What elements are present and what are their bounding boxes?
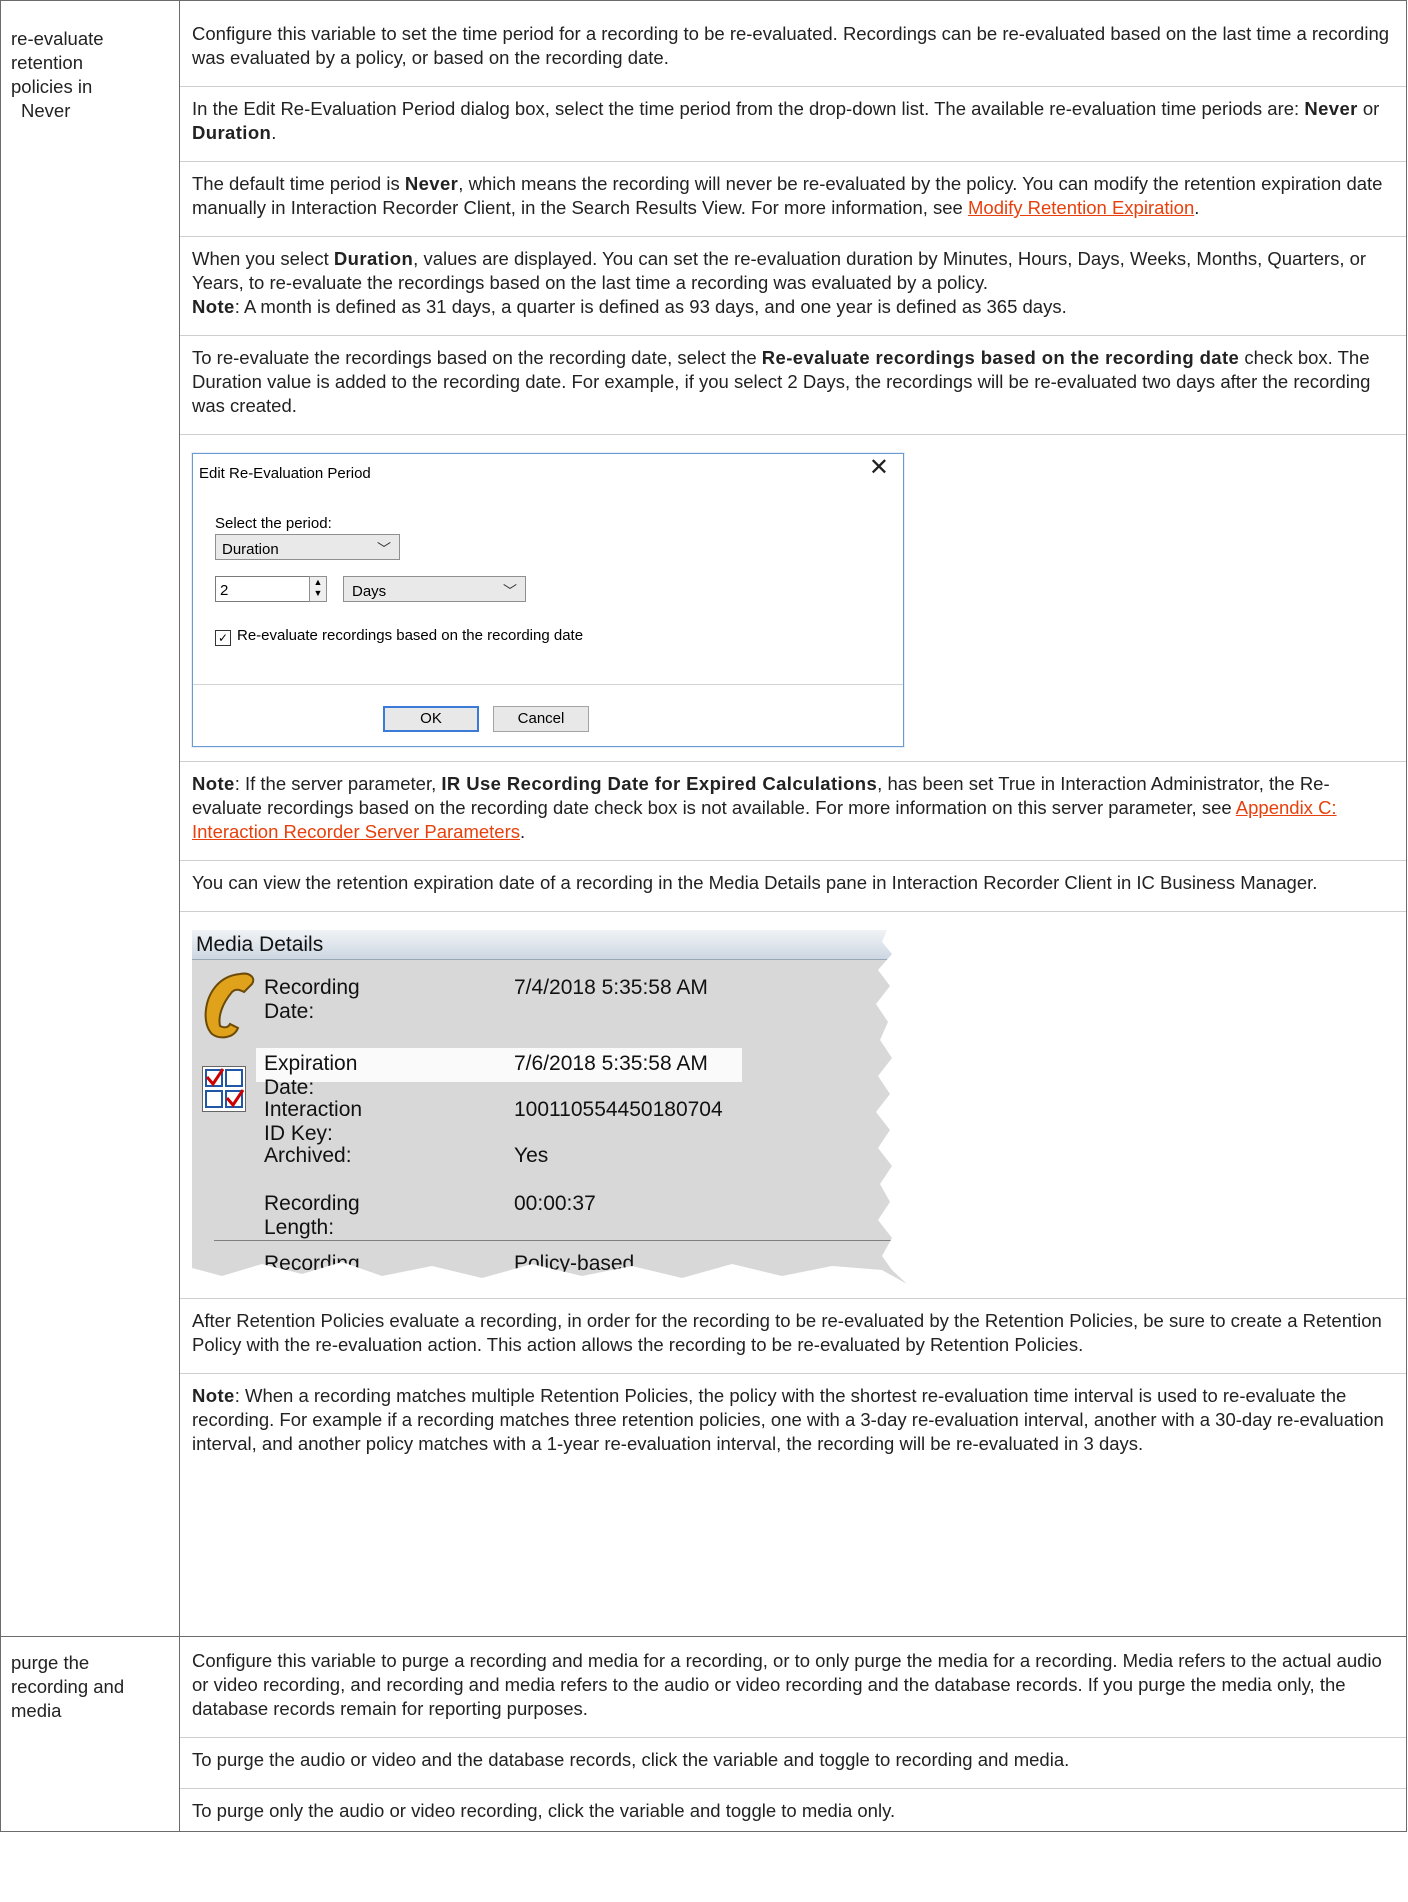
- paragraph: After Retention Policies evaluate a reco…: [180, 1298, 1406, 1373]
- term-line: retention: [11, 52, 83, 73]
- term-line: Never: [21, 100, 71, 121]
- paragraph: To purge only the audio or video recordi…: [180, 1788, 1406, 1823]
- cancel-button[interactable]: Cancel: [493, 706, 589, 732]
- dialog-figure: Edit Re-Evaluation Period ✕ Select the p…: [180, 434, 1406, 761]
- paragraph: Note: If the server parameter, IR Use Re…: [180, 761, 1406, 860]
- variables-table: re-evaluate retention policies in Never …: [0, 0, 1407, 1832]
- ok-button[interactable]: OK: [383, 706, 479, 732]
- period-select[interactable]: Duration ﹀: [215, 534, 400, 560]
- dialog-title: Edit Re-Evaluation Period: [199, 465, 371, 482]
- number-input[interactable]: 2 ▲ ▼: [215, 576, 327, 602]
- media-details-pane: Media Details Recording Date: 7/4/2018 5…: [192, 930, 907, 1284]
- spinner-icon[interactable]: ▲ ▼: [309, 576, 327, 602]
- paragraph: In the Edit Re-Evaluation Period dialog …: [180, 86, 1406, 161]
- modify-retention-link[interactable]: Modify Retention Expiration: [968, 197, 1194, 218]
- description-cell: Configure this variable to purge a recor…: [179, 1636, 1407, 1832]
- option-never: Never: [1304, 98, 1358, 119]
- term-line: policies in: [11, 76, 93, 97]
- table-row: re-evaluate retention policies in Never …: [0, 0, 1407, 1637]
- torn-edge: [192, 930, 907, 1284]
- term-cell: purge the recording and media: [0, 1636, 180, 1832]
- chevron-down-icon: ﹀: [503, 583, 517, 599]
- edit-reevaluation-dialog: Edit Re-Evaluation Period ✕ Select the p…: [192, 453, 904, 747]
- term-line: re-evaluate: [11, 28, 104, 49]
- paragraph: The default time period is Never, which …: [180, 161, 1406, 236]
- checkbox-checked-icon[interactable]: ✓: [215, 630, 231, 646]
- description-cell: Configure this variable to set the time …: [179, 0, 1407, 1637]
- note-label: Note: [192, 296, 235, 317]
- paragraph: Configure this variable to purge a recor…: [192, 1650, 1382, 1719]
- term-line: recording and: [11, 1676, 125, 1697]
- unit-select[interactable]: Days ﹀: [343, 576, 526, 602]
- term-line: purge the: [11, 1652, 90, 1673]
- media-figure: Media Details Recording Date: 7/4/2018 5…: [180, 911, 1406, 1298]
- term-cell: re-evaluate retention policies in Never: [0, 0, 180, 1637]
- paragraph: Note: When a recording matches multiple …: [180, 1373, 1406, 1456]
- term-line: media: [11, 1700, 62, 1721]
- option-duration: Duration: [192, 122, 272, 143]
- chevron-down-icon: ﹀: [377, 541, 391, 557]
- reevaluate-checkbox[interactable]: ✓ Re-evaluate recordings based on the rec…: [215, 624, 583, 648]
- paragraph: To purge the audio or video and the data…: [180, 1737, 1406, 1788]
- paragraph: You can view the retention expiration da…: [180, 860, 1406, 911]
- close-icon[interactable]: ✕: [869, 456, 889, 480]
- period-label: Select the period:: [215, 515, 332, 532]
- divider: [193, 684, 903, 685]
- paragraph: Configure this variable to set the time …: [192, 23, 1390, 68]
- paragraph: When you select Duration, values are dis…: [180, 236, 1406, 335]
- paragraph: To re-evaluate the recordings based on t…: [180, 335, 1406, 434]
- table-row: purge the recording and media Configure …: [0, 1636, 1407, 1832]
